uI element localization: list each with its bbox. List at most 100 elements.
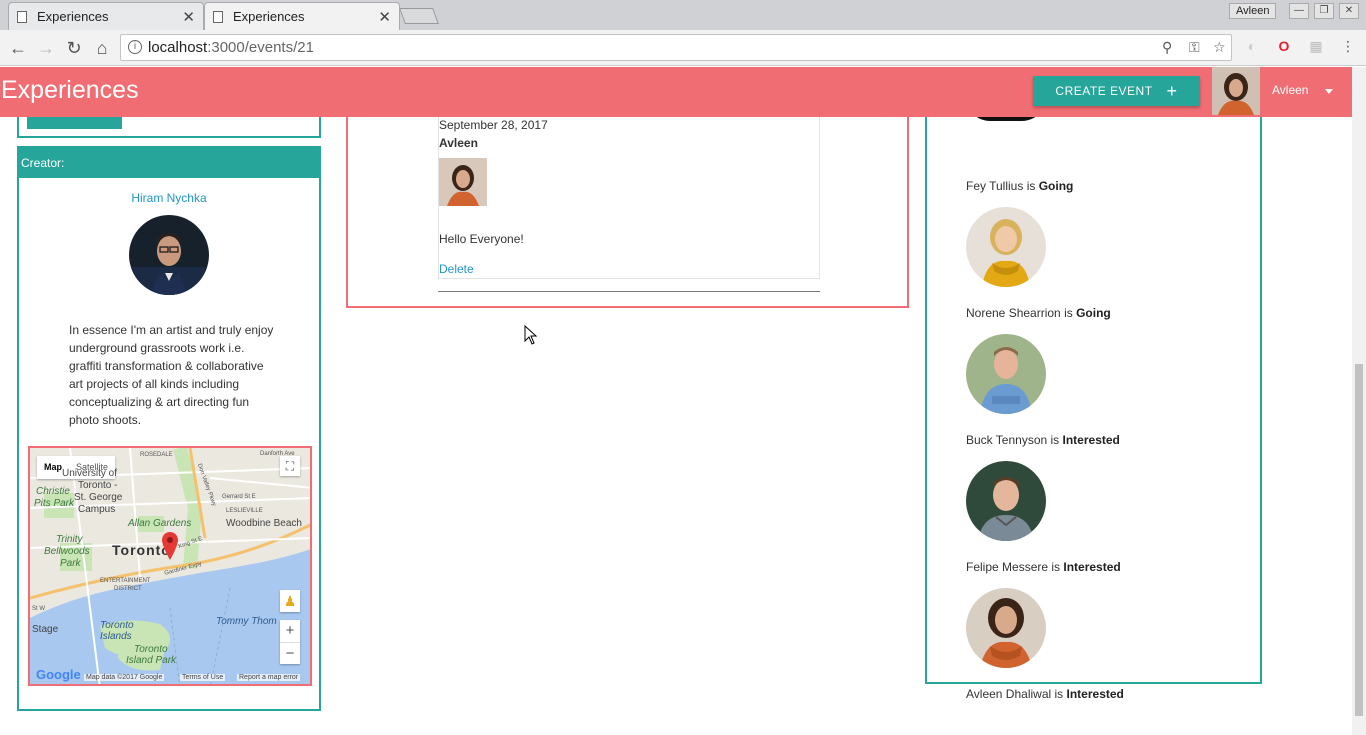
post-item: September 28, 2017 Avleen Hello Everyone… [438, 107, 820, 279]
map-label: University of [62, 468, 118, 479]
map-label: Allan Gardens [128, 518, 192, 529]
profile-button[interactable]: Avleen [1229, 3, 1277, 19]
attendee-status: Buck Tennyson is Interested [966, 433, 1120, 447]
minimize-icon[interactable]: — [1289, 3, 1309, 19]
zoom-out-button[interactable]: − [280, 642, 300, 664]
map-label: Pits Park [34, 498, 75, 509]
attendee-status: Felipe Messere is Interested [966, 560, 1121, 574]
map-label: Park [60, 558, 81, 569]
zoom-icon[interactable]: ⚲ [1162, 39, 1172, 56]
map-footer: Google Map data ©2017 Google Terms of Us… [30, 667, 310, 684]
url-text: localhost:3000/events/21 [148, 39, 314, 56]
attendee-avatar[interactable] [966, 461, 1046, 541]
zoom-control: + − [280, 620, 300, 664]
post-author-avatar [439, 158, 487, 206]
map-label: DISTRICT [114, 586, 142, 592]
map-label: ENTERTAINMENT [100, 578, 151, 584]
close-window-icon[interactable]: ✕ [1339, 3, 1359, 19]
fullscreen-icon[interactable]: ⛶ [280, 456, 300, 476]
back-icon[interactable]: ← [6, 36, 30, 60]
brand-title[interactable]: Experiences [1, 76, 139, 105]
attendee-avatar[interactable] [966, 588, 1046, 668]
map-label: Campus [78, 504, 116, 515]
tab-title: Experiences [233, 9, 305, 24]
attendee-avatar[interactable] [966, 334, 1046, 414]
pegman-icon[interactable]: ♟ [280, 590, 300, 612]
bookmark-star-icon[interactable]: ☆ [1213, 39, 1226, 56]
browser-tab-active[interactable]: Experiences ✕ [204, 2, 400, 30]
zoom-in-button[interactable]: + [280, 620, 300, 642]
close-tab-icon[interactable]: ✕ [378, 8, 391, 26]
reload-icon[interactable]: ↻ [62, 36, 86, 60]
scrollbar-thumb[interactable] [1355, 364, 1363, 716]
map-label: Toronto - [78, 480, 118, 491]
user-name-dropdown[interactable]: Avleen [1272, 83, 1308, 97]
map-data-text: Map data ©2017 Google [84, 674, 165, 681]
extension-grid-icon[interactable]: ▦ [1308, 38, 1324, 54]
app-header: Experiences CREATE EVENT + Avleen [0, 67, 1352, 117]
map-label: Gerrard St E [222, 494, 256, 500]
posts-card: September 28, 2017 Avleen Hello Everyone… [346, 107, 909, 308]
creator-bio: In essence I'm an artist and truly enjoy… [69, 323, 274, 427]
creator-heading: Creator: [19, 148, 319, 178]
close-tab-icon[interactable]: ✕ [182, 8, 195, 26]
attendee-status: Avleen Dhaliwal is Interested [966, 687, 1124, 701]
map-label: Stage [32, 624, 59, 635]
map-label: Islands [100, 631, 132, 642]
report-error-link[interactable]: Report a map error [237, 674, 301, 681]
attendee-avatar[interactable] [966, 207, 1046, 287]
map-label: St W [32, 606, 45, 612]
post-date: September 28, 2017 [439, 118, 548, 132]
creator-avatar [129, 215, 209, 295]
map-label: Christie [36, 486, 70, 497]
page-content: Creator: Hiram Nychka In essence I'm an … [0, 67, 1352, 735]
map-label: Woodbine Beach [226, 518, 302, 529]
map-label: Danforth Ave [260, 451, 295, 457]
create-event-button[interactable]: CREATE EVENT + [1033, 76, 1200, 106]
restore-icon[interactable]: ❐ [1314, 3, 1334, 19]
page-scrollbar[interactable] [1352, 67, 1366, 735]
map-label: Toronto [100, 620, 134, 631]
home-icon[interactable]: ⌂ [90, 36, 114, 60]
location-map[interactable]: Map Satellite ⛶ ♟ + − ROSEDALE Danforth … [28, 446, 312, 686]
map-label: Island Park [126, 655, 177, 666]
extension-icon[interactable]: ◐ [1244, 38, 1260, 54]
google-logo: Google [36, 667, 81, 682]
document-icon [213, 10, 223, 23]
mouse-cursor-icon [524, 325, 538, 345]
attendees-card: Fey Tullius is Going Norene Shearrion is… [925, 107, 1262, 701]
browser-tab-bar: Experiences ✕ Experiences ✕ Avleen — ❐ ✕ [0, 0, 1366, 30]
attendee-status: Norene Shearrion is Going [966, 306, 1111, 320]
menu-icon[interactable]: ⋮ [1340, 38, 1356, 54]
plus-icon: + [1166, 80, 1178, 101]
map-label: LESLIEVILLE [226, 508, 263, 514]
map-label: Trinity [56, 534, 83, 545]
divider [438, 291, 820, 292]
browser-tab[interactable]: Experiences ✕ [8, 2, 204, 30]
browser-toolbar: ← → ↻ ⌂ i localhost:3000/events/21 ⚲ ⚿ ☆… [0, 30, 1366, 66]
forward-icon[interactable]: → [34, 36, 58, 60]
attendee-status: Fey Tullius is Going [966, 179, 1074, 193]
document-icon [17, 10, 27, 23]
delete-post-link[interactable]: Delete [439, 262, 474, 276]
address-bar[interactable]: i localhost:3000/events/21 ⚲ ⚿ ☆ [120, 34, 1232, 61]
info-icon[interactable]: i [128, 40, 142, 54]
creator-card: Creator: Hiram Nychka In essence I'm an … [17, 146, 321, 711]
map-label: Toronto [134, 644, 168, 655]
key-icon[interactable]: ⚿ [1189, 39, 1200, 56]
post-text: Hello Everyone! [439, 232, 524, 246]
map-marker-icon[interactable] [162, 532, 178, 560]
map-label: Tommy Thom [216, 616, 277, 627]
chevron-down-icon[interactable] [1325, 89, 1333, 94]
map-label: St. George [74, 492, 123, 503]
opera-icon[interactable]: O [1276, 38, 1292, 54]
create-event-label: CREATE EVENT [1055, 84, 1153, 98]
post-author: Avleen [439, 136, 478, 150]
terms-link[interactable]: Terms of Use [180, 674, 226, 681]
user-avatar[interactable] [1212, 67, 1260, 115]
new-tab-button[interactable] [399, 8, 439, 24]
map-label: Bellwoods [44, 546, 90, 557]
map-label: ROSEDALE [140, 452, 173, 458]
tab-title: Experiences [37, 9, 109, 24]
creator-name-link[interactable]: Hiram Nychka [19, 191, 319, 205]
